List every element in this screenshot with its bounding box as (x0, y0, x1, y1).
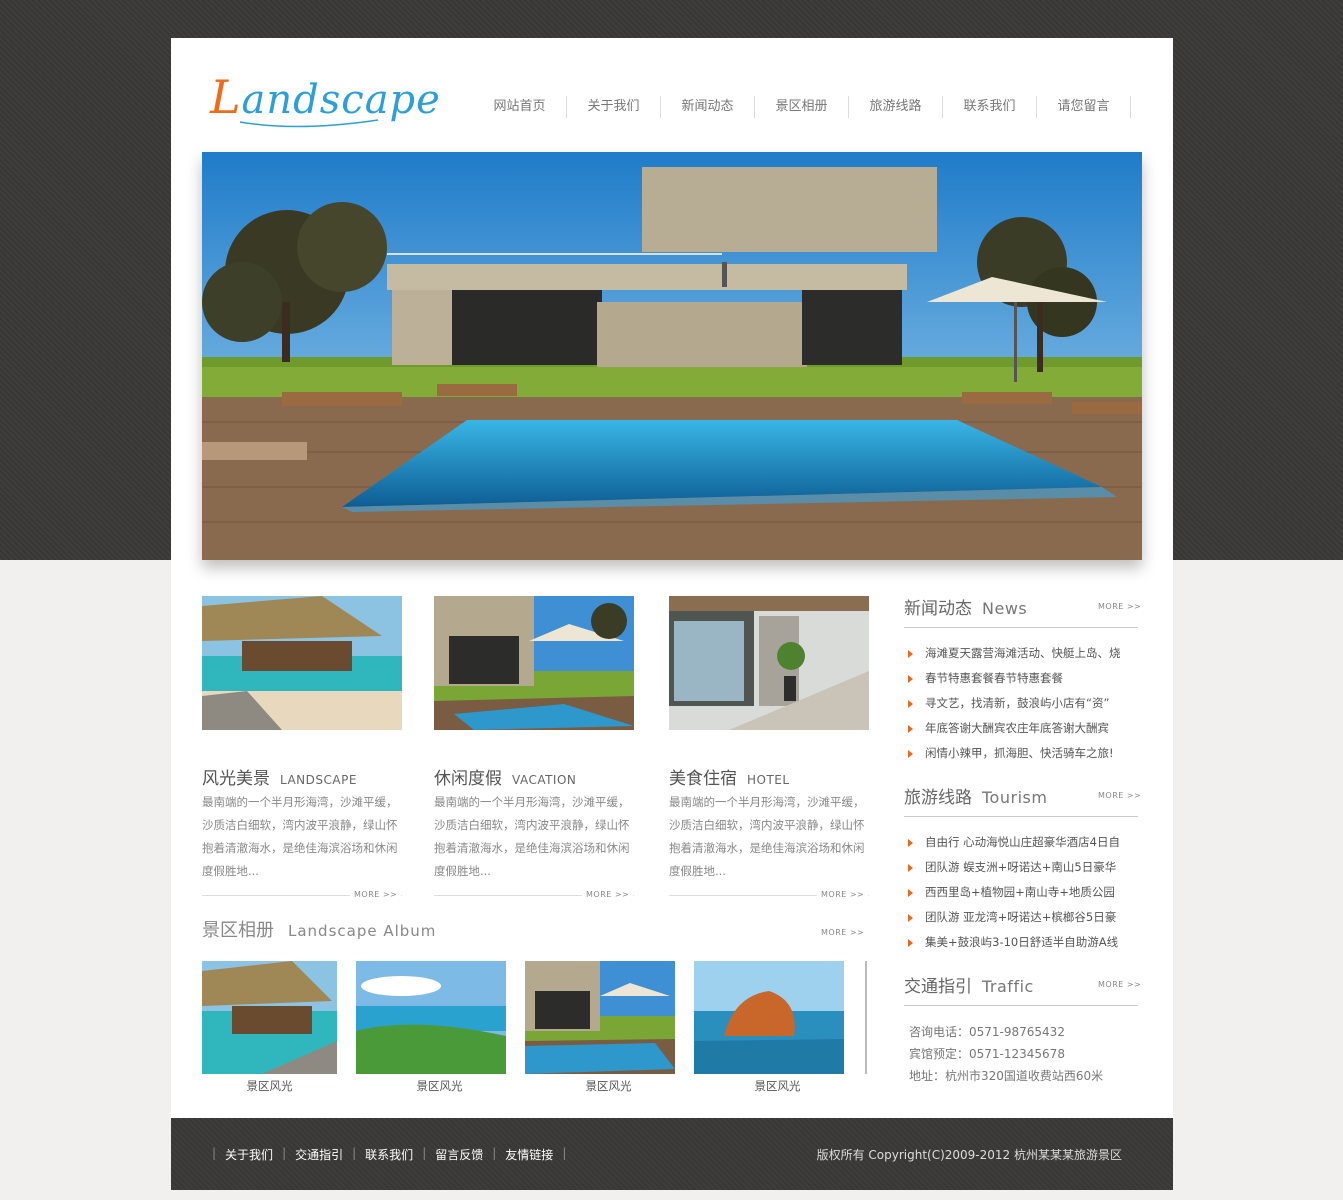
contact-hotel: 宾馆预定：0571-12345678 (909, 1047, 1065, 1061)
feature-title-vacation[interactable]: 休闲度假 VACATION (434, 764, 576, 789)
hut-image (202, 596, 402, 730)
footer-separator: | (562, 1146, 567, 1160)
main-nav: 网站首页 关于我们 新闻动态 景区相册 旅游线路 联系我们 请您留言 (473, 96, 1131, 118)
tourism-item[interactable]: 团队游 蜈支洲+呀诺达+南山5日豪华 (906, 855, 1140, 880)
arrow-icon (908, 700, 913, 708)
beach-hill-image (356, 961, 506, 1074)
feature-title-landscape[interactable]: 风光美景 LANDSCAPE (202, 764, 357, 789)
traffic-divider (904, 1005, 1138, 1006)
news-divider (904, 627, 1138, 628)
footer-link-feedback[interactable]: 留言反馈 (435, 1146, 483, 1163)
footer-separator: | (282, 1146, 287, 1160)
hero-banner (202, 152, 1142, 560)
villa-image (525, 961, 675, 1074)
tourism-item[interactable]: 集美+鼓浪屿3-10日舒适半自助游A线 (906, 930, 1140, 955)
more-link-landscape[interactable]: MORE >> (350, 890, 402, 899)
album-image-1[interactable] (202, 961, 337, 1074)
news-item[interactable]: 年底答谢大酬宾农庄年底答谢大酬宾 (906, 716, 1140, 741)
tourism-list: 自由行 心动海悦山庄超豪华酒店4日自 团队游 蜈支洲+呀诺达+南山5日豪华 西西… (906, 830, 1140, 955)
news-item[interactable]: 闲情小辣甲，抓海胆、快活骑车之旅! (906, 741, 1140, 766)
arrow-icon (908, 839, 913, 847)
tourism-item[interactable]: 自由行 心动海悦山庄超豪华酒店4日自 (906, 830, 1140, 855)
nav-contact[interactable]: 联系我们 (943, 96, 1037, 118)
footer: | 关于我们 | 交通指引 | 联系我们 | 留言反馈 | 友情链接 | 版权所… (171, 1118, 1173, 1190)
news-item[interactable]: 寻文艺，找清新，鼓浪屿小店有“资” (906, 691, 1140, 716)
feature-image-vacation[interactable] (434, 596, 634, 730)
album-more-link[interactable]: MORE >> (817, 928, 869, 937)
arrow-icon (908, 889, 913, 897)
footer-link-contact[interactable]: 联系我们 (365, 1146, 413, 1163)
footer-separator: | (212, 1146, 217, 1160)
album-caption-2[interactable]: 景区风光 (356, 1078, 523, 1094)
rock-sea-image (694, 961, 844, 1074)
tourism-more-link[interactable]: MORE >> (1098, 791, 1141, 800)
album-section-title: 景区相册 Landscape Album (202, 920, 437, 941)
footer-separator: | (422, 1146, 427, 1160)
logo-initial: L (210, 70, 242, 124)
feature-image-landscape[interactable] (202, 596, 402, 730)
tourism-item[interactable]: 西西里岛+植物园+南山寺+地质公园 (906, 880, 1140, 905)
tourism-item[interactable]: 团队游 亚龙湾+呀诺达+槟榔谷5日豪 (906, 905, 1140, 930)
news-more-link[interactable]: MORE >> (1098, 602, 1141, 611)
traffic-section-title: 交通指引 Traffic (904, 977, 1034, 997)
tourism-divider (904, 816, 1138, 817)
album-image-2[interactable] (356, 961, 506, 1074)
terrace-image (669, 596, 869, 730)
album-caption-3[interactable]: 景区风光 (525, 1078, 692, 1094)
album-image-3[interactable] (525, 961, 675, 1074)
contact-address: 地址：杭州市320国道收费站西60米 (909, 1069, 1104, 1083)
footer-separator: | (352, 1146, 357, 1160)
news-item[interactable]: 海滩夏天露营海滩活动、快艇上岛、烧 (906, 641, 1140, 666)
nav-album[interactable]: 景区相册 (755, 96, 849, 118)
news-section-title: 新闻动态 News (904, 599, 1028, 619)
feature-desc-hotel: 最南端的一个半月形海湾，沙滩平缓，沙质洁白细软，湾内波平浪静，绿山怀抱着清澈海水… (669, 795, 865, 878)
news-list: 海滩夏天露营海滩活动、快艇上岛、烧 春节特惠套餐春节特惠套餐 寻文艺，找清新，鼓… (906, 641, 1140, 766)
nav-message[interactable]: 请您留言 (1037, 96, 1131, 118)
album-image-4[interactable] (694, 961, 844, 1074)
nav-news[interactable]: 新闻动态 (661, 96, 755, 118)
more-link-hotel[interactable]: MORE >> (817, 890, 869, 899)
hut-image (202, 961, 337, 1074)
nav-about[interactable]: 关于我们 (567, 96, 661, 118)
album-caption-1[interactable]: 景区风光 (202, 1078, 337, 1094)
footer-link-traffic[interactable]: 交通指引 (295, 1146, 343, 1163)
contact-info: 咨询电话：0571-98765432 宾馆预定：0571-12345678 地址… (909, 1021, 1103, 1087)
tourism-section-title: 旅游线路 Tourism (904, 788, 1048, 808)
arrow-icon (908, 914, 913, 922)
villa-image (434, 596, 634, 730)
arrow-icon (908, 675, 913, 683)
footer-link-friends[interactable]: 友情链接 (505, 1146, 553, 1163)
arrow-icon (908, 725, 913, 733)
footer-link-about[interactable]: 关于我们 (225, 1146, 273, 1163)
arrow-icon (908, 750, 913, 758)
arrow-icon (908, 939, 913, 947)
news-item[interactable]: 春节特惠套餐春节特惠套餐 (906, 666, 1140, 691)
album-scroll-edge (865, 961, 867, 1074)
nav-home[interactable]: 网站首页 (473, 96, 567, 118)
nav-tourism[interactable]: 旅游线路 (849, 96, 943, 118)
feature-title-hotel[interactable]: 美食住宿 HOTEL (669, 764, 790, 789)
hero-villa-image (202, 152, 1142, 560)
arrow-icon (908, 864, 913, 872)
copyright-text: 版权所有 Copyright(C)2009-2012 杭州某某某旅游景区 (816, 1148, 1122, 1162)
logo-swash-icon (239, 119, 379, 128)
footer-separator: | (492, 1146, 497, 1160)
site-logo[interactable]: Landscape (210, 70, 440, 132)
feature-desc-landscape: 最南端的一个半月形海湾，沙滩平缓，沙质洁白细软，湾内波平浪静，绿山怀抱着清澈海水… (202, 795, 398, 878)
album-caption-4[interactable]: 景区风光 (694, 1078, 861, 1094)
traffic-more-link[interactable]: MORE >> (1098, 980, 1141, 989)
feature-desc-vacation: 最南端的一个半月形海湾，沙滩平缓，沙质洁白细软，湾内波平浪静，绿山怀抱着清澈海水… (434, 795, 630, 878)
contact-phone: 咨询电话：0571-98765432 (909, 1025, 1065, 1039)
arrow-icon (908, 650, 913, 658)
footer-links: | 关于我们 | 交通指引 | 联系我们 | 留言反馈 | 友情链接 | (212, 1146, 575, 1163)
feature-image-hotel[interactable] (669, 596, 869, 730)
more-link-vacation[interactable]: MORE >> (582, 890, 634, 899)
